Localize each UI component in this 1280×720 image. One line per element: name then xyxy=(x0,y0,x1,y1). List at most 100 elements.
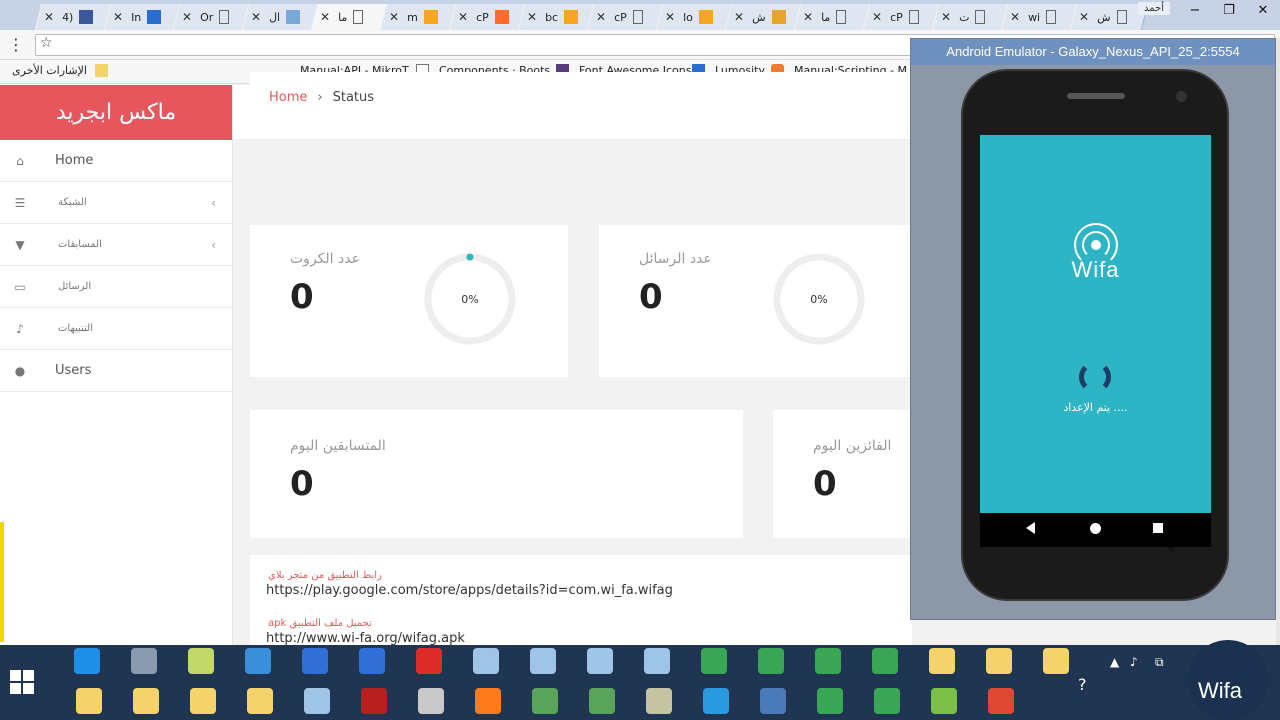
taskbar-app-icon[interactable] xyxy=(758,648,784,674)
tab-label: m xyxy=(407,10,418,24)
browser-tab[interactable]: ✕ lo xyxy=(659,4,729,30)
taskbar-app-icon[interactable] xyxy=(74,648,100,674)
taskbar-app-icon[interactable] xyxy=(815,648,841,674)
taskbar-app-icon[interactable] xyxy=(76,688,102,714)
taskbar-app-icon[interactable] xyxy=(1043,648,1069,674)
tab-close-icon[interactable]: ✕ xyxy=(44,10,54,24)
help-icon[interactable]: ? xyxy=(1078,675,1087,694)
taskbar-app-icon[interactable] xyxy=(475,688,501,714)
tab-close-icon[interactable]: ✕ xyxy=(941,10,951,24)
browser-tab[interactable]: ✕ Or xyxy=(176,4,246,30)
taskbar-app-icon[interactable] xyxy=(304,688,330,714)
taskbar-app-icon[interactable] xyxy=(929,648,955,674)
taskbar-app-icon[interactable] xyxy=(646,688,672,714)
browser-tab[interactable]: ✕ 4) xyxy=(38,4,108,30)
taskbar-app-icon[interactable] xyxy=(418,688,444,714)
taskbar-app-icon[interactable] xyxy=(817,688,843,714)
taskbar-app-icon[interactable] xyxy=(872,648,898,674)
tab-close-icon[interactable]: ✕ xyxy=(1010,10,1020,24)
browser-tab[interactable]: ✕ wi xyxy=(1004,4,1074,30)
recents-icon[interactable] xyxy=(1153,523,1163,533)
taskbar-app-icon[interactable] xyxy=(133,688,159,714)
sidebar-item[interactable]: ● Users xyxy=(0,350,232,392)
windows-start-icon[interactable] xyxy=(10,670,36,696)
tab-close-icon[interactable]: ✕ xyxy=(872,10,882,24)
sidebar-item[interactable]: ☰ الشبكة ‹ xyxy=(0,182,232,224)
taskbar-app-icon[interactable] xyxy=(247,688,273,714)
tray-arrow-icon[interactable]: ▲ xyxy=(1110,655,1119,669)
apk-link[interactable]: http://www.wi-fa.org/wifag.apk xyxy=(266,631,465,645)
taskbar-app-icon[interactable] xyxy=(359,648,385,674)
taskbar-app-icon[interactable] xyxy=(701,648,727,674)
play-store-link[interactable]: https://play.google.com/store/apps/detai… xyxy=(266,583,673,598)
browser-tab[interactable]: ✕ ما xyxy=(797,4,867,30)
menu-dots-icon[interactable]: ⋮ xyxy=(8,35,24,54)
home-circle-icon[interactable] xyxy=(1090,523,1101,534)
minimize-icon[interactable]: − xyxy=(1178,0,1212,22)
tab-close-icon[interactable]: ✕ xyxy=(596,10,606,24)
tab-close-icon[interactable]: ✕ xyxy=(803,10,813,24)
tab-close-icon[interactable]: ✕ xyxy=(527,10,537,24)
taskbar-app-icon[interactable] xyxy=(302,648,328,674)
tab-close-icon[interactable]: ✕ xyxy=(734,10,744,24)
browser-tab[interactable]: ✕ cP xyxy=(866,4,936,30)
back-icon[interactable] xyxy=(1026,522,1035,534)
donut-indicator xyxy=(466,253,474,261)
sidebar-item[interactable]: ♪ التنبيهات xyxy=(0,308,232,350)
brand-title[interactable]: ماكس ابجريد xyxy=(0,85,232,140)
taskbar-app-icon[interactable] xyxy=(703,688,729,714)
tab-label: cP xyxy=(614,10,627,24)
taskbar-app-icon[interactable] xyxy=(190,688,216,714)
tab-close-icon[interactable]: ✕ xyxy=(1079,10,1089,24)
sidebar-item[interactable]: ⌂ Home xyxy=(0,140,232,182)
browser-tab[interactable]: ✕ ش xyxy=(728,4,798,30)
tab-close-icon[interactable]: ✕ xyxy=(113,10,123,24)
window-user-name[interactable]: أحمد xyxy=(1138,2,1170,15)
taskbar-app-icon[interactable] xyxy=(644,648,670,674)
taskbar-app-icon[interactable] xyxy=(587,648,613,674)
browser-tab[interactable]: ✕ ما xyxy=(314,4,384,30)
browser-tab[interactable]: ✕ ال xyxy=(245,4,315,30)
taskbar-app-icon[interactable] xyxy=(188,648,214,674)
bookmark-other[interactable]: الإشارات الأخرى xyxy=(12,64,108,77)
taskbar-app-icon[interactable] xyxy=(589,688,615,714)
taskbar-app-icon[interactable] xyxy=(988,688,1014,714)
network-icon[interactable]: ⧉ xyxy=(1155,655,1164,670)
maximize-icon[interactable]: ❐ xyxy=(1212,0,1246,22)
browser-tab[interactable]: ✕ cP xyxy=(590,4,660,30)
tab-close-icon[interactable]: ✕ xyxy=(665,10,675,24)
taskbar-app-icon[interactable] xyxy=(760,688,786,714)
close-icon[interactable]: ✕ xyxy=(1246,0,1280,22)
tab-close-icon[interactable]: ✕ xyxy=(389,10,399,24)
tab-close-icon[interactable]: ✕ xyxy=(182,10,192,24)
bookmark-label: الإشارات الأخرى xyxy=(12,64,87,77)
taskbar-app-icon[interactable] xyxy=(245,648,271,674)
browser-tab[interactable]: ✕ bc xyxy=(521,4,591,30)
sidebar: ماكس ابجريد ⌂ Home ☰ الشبكة ‹ ▼ المسابقات ‹ ▭ الر… xyxy=(0,85,233,645)
taskbar-app-icon[interactable] xyxy=(532,688,558,714)
taskbar-app-icon[interactable] xyxy=(473,648,499,674)
browser-tab[interactable]: ✕ In xyxy=(107,4,177,30)
taskbar-app-icon[interactable] xyxy=(874,688,900,714)
sidebar-item[interactable]: ▼ المسابقات ‹ xyxy=(0,224,232,266)
taskbar-app-icon[interactable] xyxy=(986,648,1012,674)
browser-tab[interactable]: ✕ ت xyxy=(935,4,1005,30)
tab-close-icon[interactable]: ✕ xyxy=(320,10,330,24)
taskbar-app-icon[interactable] xyxy=(131,648,157,674)
taskbar-app-icon[interactable] xyxy=(530,648,556,674)
volume-icon[interactable]: ♪ xyxy=(1130,655,1138,669)
taskbar-app-icon[interactable] xyxy=(416,648,442,674)
tab-close-icon[interactable]: ✕ xyxy=(458,10,468,24)
tab-close-icon[interactable]: ✕ xyxy=(251,10,261,24)
bookmark-star-icon[interactable]: ☆ xyxy=(40,35,53,51)
browser-tab[interactable]: ✕ m xyxy=(383,4,453,30)
sidebar-item-label: المسابقات xyxy=(58,239,102,250)
breadcrumb-home[interactable]: Home xyxy=(269,90,307,105)
browser-tab[interactable]: ✕ ش xyxy=(1073,4,1143,30)
doc-icon xyxy=(219,10,230,24)
browser-tab[interactable]: ✕ cP xyxy=(452,4,522,30)
taskbar-app-icon[interactable] xyxy=(931,688,957,714)
taskbar-app-icon[interactable] xyxy=(361,688,387,714)
sidebar-item[interactable]: ▭ الرسائل xyxy=(0,266,232,308)
phone-screen[interactable]: Wifa يتم الإعداد .... xyxy=(980,135,1211,556)
